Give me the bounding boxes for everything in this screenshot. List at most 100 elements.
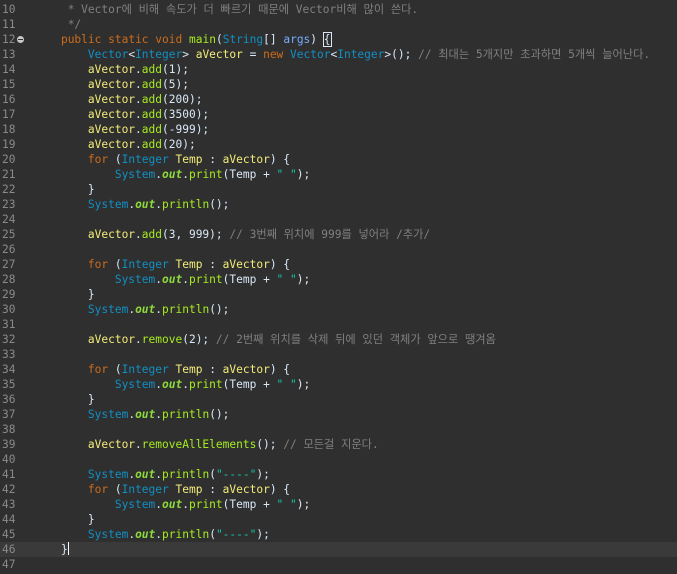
code-line[interactable]: 22 }	[0, 182, 677, 197]
code-text: System.out.println();	[34, 302, 230, 317]
code-line[interactable]: 23 System.out.println();	[0, 197, 677, 212]
code-line[interactable]: 29 }	[0, 287, 677, 302]
line-number: 17	[2, 108, 16, 121]
code-token: :	[202, 483, 223, 496]
code-token: println	[162, 408, 210, 421]
code-token: " "	[276, 378, 297, 391]
code-token: (	[108, 258, 122, 271]
code-line[interactable]: 26	[0, 242, 677, 257]
code-line[interactable]: 15 aVector.add(5);	[0, 77, 677, 92]
line-number: 22	[2, 183, 16, 196]
code-line[interactable]: 19 aVector.add(20);	[0, 137, 677, 152]
code-token: .	[135, 108, 142, 121]
code-token: print	[188, 168, 223, 181]
code-token: (	[209, 528, 216, 541]
code-line[interactable]: 14 aVector.add(1);	[0, 62, 677, 77]
code-text: System.out.print(Temp + " ");	[34, 497, 310, 512]
line-number: 25	[2, 228, 16, 241]
code-line[interactable]: 17 aVector.add(3500);	[0, 107, 677, 122]
code-token: out	[135, 468, 156, 481]
code-token: (200);	[162, 93, 203, 106]
code-line[interactable]: 41 System.out.println("----");	[0, 467, 677, 482]
code-line[interactable]: 13 Vector<Integer> aVector = new Vector<…	[0, 47, 677, 62]
line-number: 38	[2, 423, 16, 436]
code-line[interactable]: 10 * Vector에 비해 속도가 더 빠르기 때문에 Vector비해 많…	[0, 2, 677, 17]
code-token: for	[87, 363, 109, 376]
code-line[interactable]: 16 aVector.add(200);	[0, 92, 677, 107]
code-line[interactable]: 37 System.out.println();	[0, 407, 677, 422]
code-line[interactable]: 12 public static void main(String[] args…	[0, 32, 677, 47]
code-token: println	[162, 198, 210, 211]
code-line[interactable]: 30 System.out.println();	[0, 302, 677, 317]
code-editor[interactable]: 10 * Vector에 비해 속도가 더 빠르기 때문에 Vector비해 많…	[0, 0, 677, 574]
code-line[interactable]: 47	[0, 557, 677, 572]
code-text: for (Integer Temp : aVector) {	[34, 482, 290, 497]
code-line[interactable]: 45 System.out.println("----");	[0, 527, 677, 542]
line-number: 11	[2, 18, 16, 31]
code-token: */	[67, 18, 82, 31]
code-line[interactable]: 35 System.out.print(Temp + " ");	[0, 377, 677, 392]
code-line[interactable]: 21 System.out.print(Temp + " ");	[0, 167, 677, 182]
code-line[interactable]: 24	[0, 212, 677, 227]
code-token: Temp	[175, 363, 203, 376]
code-line[interactable]: 28 System.out.print(Temp + " ");	[0, 272, 677, 287]
code-text: aVector.add(20);	[34, 137, 196, 152]
code-line[interactable]: 18 aVector.add(-999);	[0, 122, 677, 137]
code-token: (1);	[162, 63, 189, 76]
code-token: ) {	[269, 363, 291, 376]
code-token: System	[87, 198, 129, 211]
code-line[interactable]: 25 aVector.add(3, 999); // 3번째 위치에 999를 …	[0, 227, 677, 242]
code-token: // 3번째 위치에 999를 넣어라 /추가/	[229, 228, 431, 241]
code-line[interactable]: 20 for (Integer Temp : aVector) {	[0, 152, 677, 167]
code-line[interactable]: 11 */	[0, 17, 677, 32]
code-token: :	[202, 258, 223, 271]
code-token: (Temp +	[222, 498, 277, 511]
code-line[interactable]: 31	[0, 317, 677, 332]
code-line[interactable]: 39 aVector.removeAllElements(); // 모든걸 지…	[0, 437, 677, 452]
line-number: 36	[2, 393, 16, 406]
code-token: aVector	[222, 483, 270, 496]
code-line[interactable]: 42 for (Integer Temp : aVector) {	[0, 482, 677, 497]
code-token: removeAllElements	[141, 438, 257, 451]
code-line[interactable]: 40	[0, 452, 677, 467]
code-token: Vector	[290, 48, 331, 61]
code-line[interactable]: 46 }	[0, 542, 677, 557]
line-number: 16	[2, 93, 16, 106]
code-token: out	[135, 303, 156, 316]
code-line[interactable]: 32 aVector.remove(2); // 2번째 위치를 삭제 뒤에 있…	[0, 332, 677, 347]
code-text: */	[34, 17, 81, 32]
code-line[interactable]: 44 }	[0, 512, 677, 527]
code-token: )	[310, 33, 324, 46]
code-text: aVector.add(1);	[34, 62, 189, 77]
code-token: }	[87, 183, 95, 196]
line-number: 10	[2, 3, 16, 16]
code-text: System.out.print(Temp + " ");	[34, 377, 310, 392]
code-line[interactable]: 33	[0, 347, 677, 362]
code-token: (Temp +	[222, 168, 277, 181]
line-number: 24	[2, 213, 16, 226]
code-token: System	[114, 498, 156, 511]
code-line[interactable]: 34 for (Integer Temp : aVector) {	[0, 362, 677, 377]
code-text: }	[34, 512, 95, 527]
code-token: ();	[256, 438, 284, 451]
code-line[interactable]: 43 System.out.print(Temp + " ");	[0, 497, 677, 512]
fold-toggle-icon[interactable]	[17, 36, 24, 43]
code-token: .	[135, 228, 142, 241]
code-line[interactable]: 27 for (Integer Temp : aVector) {	[0, 257, 677, 272]
code-token: aVector	[222, 153, 270, 166]
code-token: add	[141, 228, 163, 241]
matching-bracket: {	[322, 32, 332, 47]
code-token: aVector	[87, 438, 136, 451]
code-token: ();	[209, 303, 230, 316]
line-number: 40	[2, 453, 16, 466]
code-text: * Vector에 비해 속도가 더 빠르기 때문에 Vector비해 많이 쓴…	[34, 2, 418, 17]
code-token: (	[215, 33, 223, 46]
code-token: }	[87, 288, 95, 301]
code-line[interactable]: 38	[0, 422, 677, 437]
code-line[interactable]: 36 }	[0, 392, 677, 407]
